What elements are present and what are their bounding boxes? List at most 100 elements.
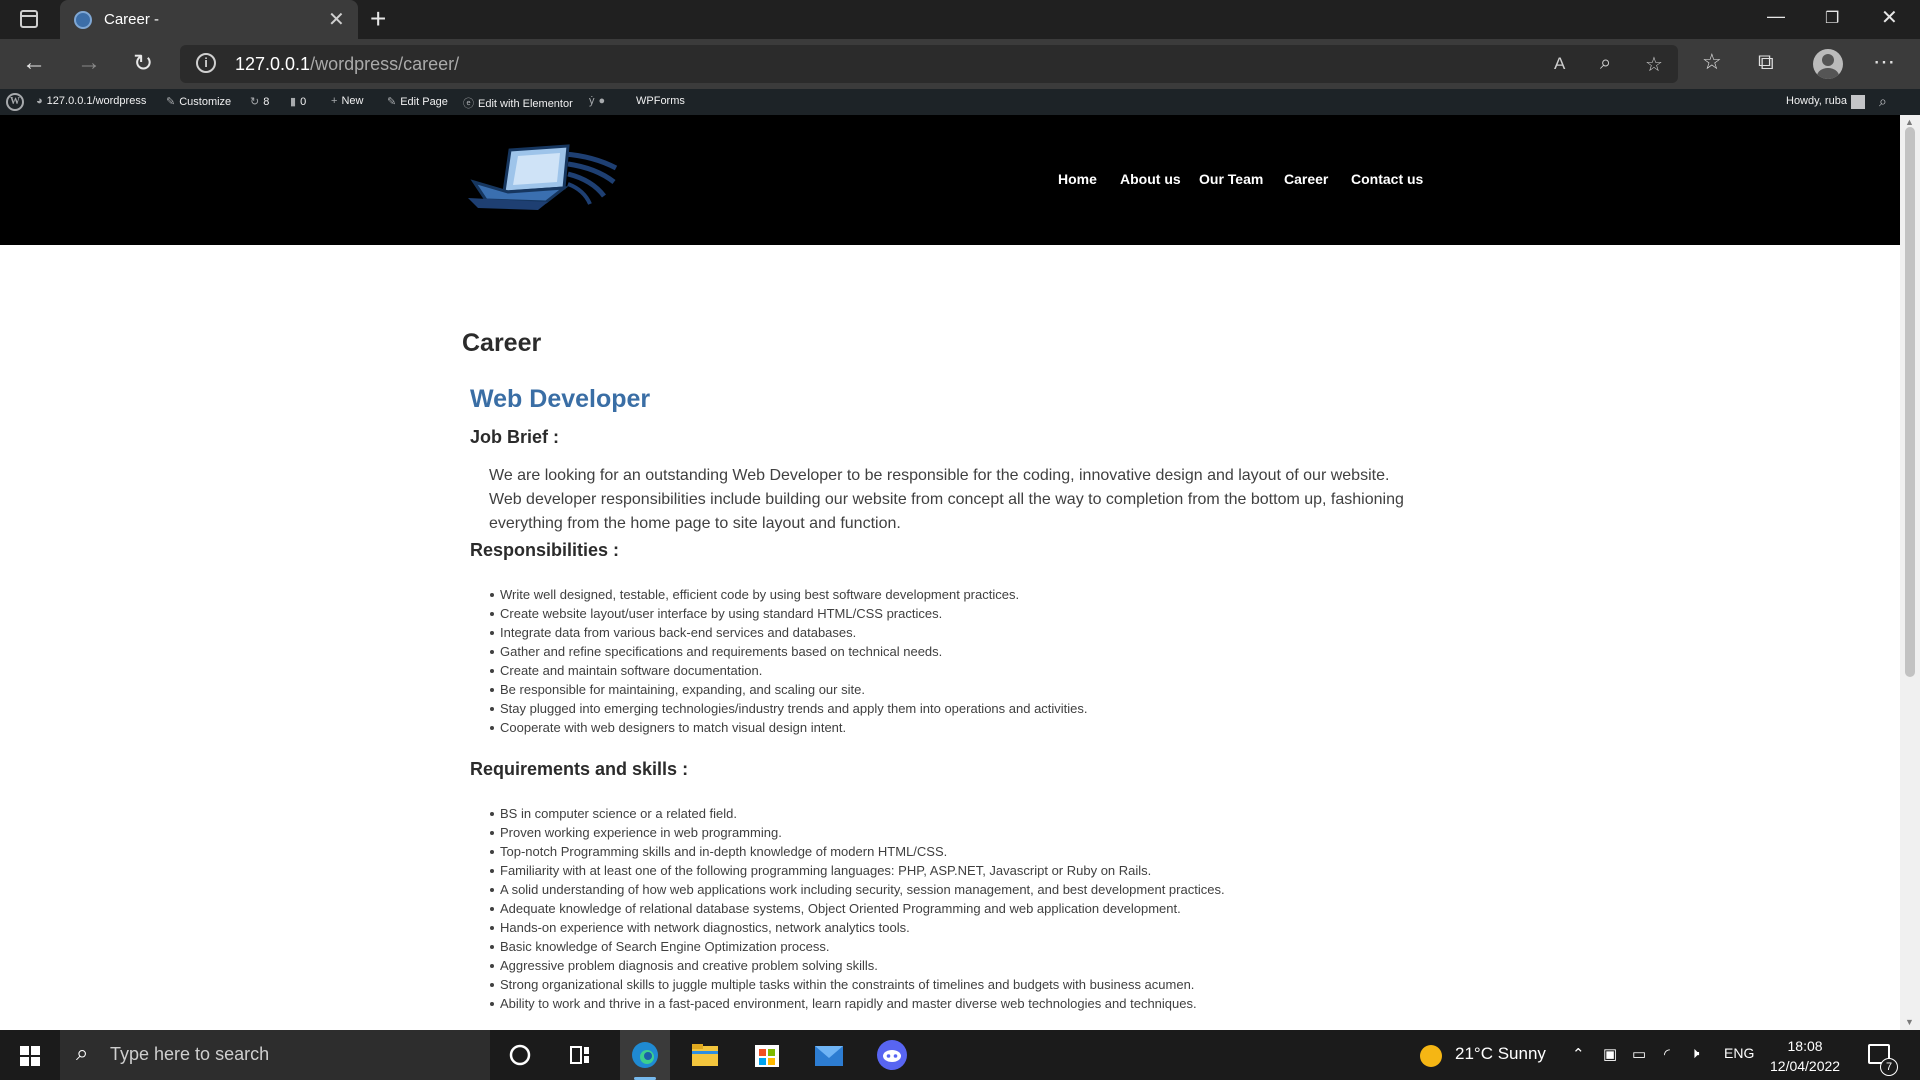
more-menu-icon[interactable]: ⋯ [1873, 49, 1895, 75]
file-explorer-icon[interactable] [688, 1038, 722, 1072]
admin-comments-link[interactable]: ▮ 0 [290, 95, 306, 108]
url-path: /wordpress/career/ [310, 54, 460, 74]
device-icon[interactable]: ▣ [1603, 1045, 1617, 1063]
browser-tab-bar: Career - ✕ + — ❐ ✕ [0, 0, 1920, 39]
volume-muted-icon[interactable]: 🕨 [1690, 1045, 1699, 1062]
task-view-icon[interactable] [563, 1038, 597, 1072]
mail-icon[interactable] [812, 1038, 846, 1072]
close-window-icon[interactable]: ✕ [1881, 5, 1898, 30]
cortana-icon[interactable] [503, 1038, 537, 1072]
admin-wpforms-link[interactable]: WPForms [636, 95, 685, 107]
list-item: Gather and refine specifications and req… [490, 642, 1088, 661]
list-item: Familiarity with at least one of the fol… [490, 861, 1225, 880]
minimize-icon[interactable]: — [1767, 6, 1785, 27]
list-item: Basic knowledge of Search Engine Optimiz… [490, 937, 1225, 956]
menu-home[interactable]: Home [1058, 171, 1097, 187]
edge-icon [632, 1042, 658, 1068]
zoom-icon[interactable]: ⌕ [1600, 52, 1611, 75]
clock-time: 18:08 [1787, 1038, 1823, 1054]
menu-about-us[interactable]: About us [1120, 171, 1181, 187]
elementor-icon: ⓔ [463, 98, 474, 110]
admin-site-label: 127.0.0.1/wordpress [46, 95, 147, 107]
forward-icon[interactable]: → [77, 49, 101, 77]
list-item: Top-notch Programming skills and in-dept… [490, 842, 1225, 861]
admin-site-link[interactable]: ◕ 127.0.0.1/wordpress [36, 95, 146, 107]
new-tab-icon[interactable]: + [370, 3, 386, 35]
scroll-up-icon[interactable]: ▲ [1905, 117, 1914, 127]
language-indicator[interactable]: ENG [1724, 1045, 1754, 1061]
network-icon[interactable]: ◜ [1664, 1045, 1670, 1063]
admin-elementor-link[interactable]: ⓔ Edit with Elementor [463, 95, 573, 111]
menu-career[interactable]: Career [1284, 171, 1328, 187]
page-viewport: Home About us Our Team Career Contact us… [0, 115, 1900, 1030]
search-icon: ⌕ [76, 1040, 89, 1065]
admin-elementor-label: Edit with Elementor [478, 98, 573, 110]
yoast-icon: ẏ [589, 95, 595, 107]
taskbar-clock[interactable]: 18:08 12/04/2022 [1770, 1036, 1840, 1076]
admin-new-link[interactable]: + New [331, 95, 363, 107]
weather-text[interactable]: 21°C Sunny [1455, 1044, 1546, 1064]
windows-start-icon[interactable] [20, 1046, 40, 1066]
admin-edit-page-link[interactable]: ✎ Edit Page [387, 95, 448, 108]
job-brief-heading: Job Brief : [470, 427, 560, 447]
browser-toolbar: ← → ↻ i 127.0.0.1/wordpress/career/ A ⌕ … [0, 39, 1920, 89]
responsibilities-heading: Responsibilities : [470, 540, 620, 560]
page-title: Career [462, 329, 542, 357]
edge-taskbar-button[interactable] [620, 1030, 670, 1080]
add-favorite-icon[interactable]: ☆ [1645, 52, 1663, 77]
taskbar-search-box[interactable]: ⌕ Type here to search [60, 1030, 490, 1080]
tray-chevron-icon[interactable]: ⌃ [1572, 1045, 1585, 1063]
menu-contact-us[interactable]: Contact us [1351, 171, 1423, 187]
profile-avatar-icon[interactable] [1813, 49, 1843, 79]
list-item: Aggressive problem diagnosis and creativ… [490, 956, 1225, 975]
list-item: Be responsible for maintaining, expandin… [490, 680, 1088, 699]
list-item: Adequate knowledge of relational databas… [490, 899, 1225, 918]
list-item: A solid understanding of how web applica… [490, 880, 1225, 899]
favorites-icon[interactable]: ☆ [1702, 49, 1722, 75]
notification-count-badge: 7 [1880, 1058, 1898, 1076]
weather-sun-icon[interactable] [1420, 1045, 1442, 1067]
store-icon[interactable] [750, 1038, 784, 1072]
windows-taskbar: ⌕ Type here to search 21°C Sunny ⌃ ▣ ▭ ◜… [0, 1030, 1920, 1080]
close-tab-icon[interactable]: ✕ [328, 7, 345, 32]
wordpress-logo-icon[interactable]: W [6, 93, 24, 111]
list-item: Hands-on experience with network diagnos… [490, 918, 1225, 937]
admin-updates-link[interactable]: ↻ 8 [250, 95, 269, 108]
list-item: Strong organizational skills to juggle m… [490, 975, 1225, 994]
menu-our-team[interactable]: Our Team [1199, 171, 1263, 187]
discord-icon[interactable] [875, 1038, 909, 1072]
collections-icon[interactable]: ⧉ [1758, 49, 1774, 75]
dashboard-icon: ◕ [36, 95, 43, 107]
list-item: Proven working experience in web program… [490, 823, 1225, 842]
site-favicon-icon [74, 11, 92, 29]
read-aloud-icon[interactable]: A [1554, 54, 1565, 74]
browser-tab[interactable]: Career - ✕ [60, 0, 358, 39]
admin-customize-link[interactable]: ✎ Customize [166, 95, 231, 108]
laptop-logo-icon[interactable] [468, 142, 618, 214]
clock-date: 12/04/2022 [1770, 1058, 1841, 1074]
list-item: Create and maintain software documentati… [490, 661, 1088, 680]
wp-admin-bar: W ◕ 127.0.0.1/wordpress ✎ Customize ↻ 8 ▮ 0 … [0, 89, 1920, 115]
list-item: Ability to work and thrive in a fast-pac… [490, 994, 1225, 1013]
restore-icon[interactable]: ❐ [1825, 8, 1839, 28]
page-scrollbar[interactable]: ▲ ▼ [1900, 115, 1920, 1030]
admin-comments-count: 0 [300, 96, 307, 108]
scroll-down-icon[interactable]: ▼ [1905, 1017, 1914, 1027]
user-avatar[interactable] [1851, 95, 1865, 109]
url-text[interactable]: 127.0.0.1/wordpress/career/ [235, 54, 459, 75]
admin-search-icon[interactable]: ⌕ [1879, 93, 1887, 110]
tab-actions-icon[interactable] [20, 10, 38, 28]
responsibilities-list: Write well designed, testable, efficient… [490, 585, 1088, 737]
battery-icon[interactable]: ▭ [1632, 1045, 1646, 1063]
updates-icon: ↻ [250, 96, 260, 108]
site-info-icon[interactable]: i [196, 53, 216, 73]
taskbar-search-placeholder: Type here to search [110, 1044, 270, 1064]
job-title: Web Developer [470, 385, 651, 413]
refresh-icon[interactable]: ↻ [133, 49, 153, 78]
admin-yoast-link[interactable]: ẏ ● [589, 95, 609, 107]
admin-howdy-link[interactable]: Howdy, ruba [1786, 95, 1847, 107]
list-item: Write well designed, testable, efficient… [490, 585, 1088, 604]
scroll-thumb[interactable] [1905, 127, 1915, 677]
address-bar[interactable]: i 127.0.0.1/wordpress/career/ A ⌕ ☆ [180, 45, 1678, 83]
back-icon[interactable]: ← [22, 49, 46, 77]
